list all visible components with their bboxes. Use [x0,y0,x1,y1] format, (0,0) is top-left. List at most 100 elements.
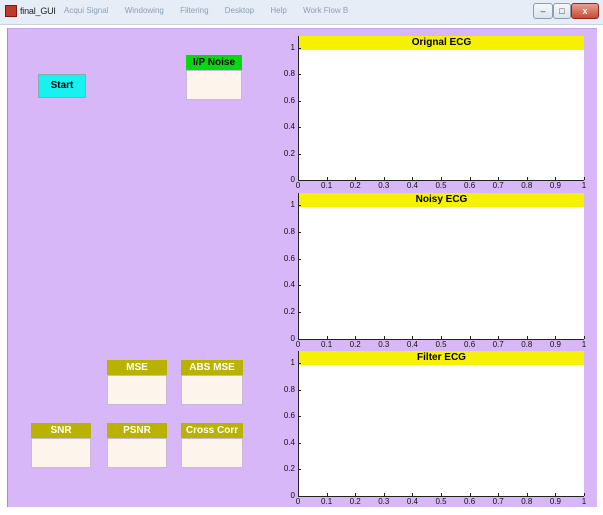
x-tick-label: 0.3 [378,497,390,506]
x-tick-mark [584,336,585,339]
x-tick-mark [498,493,500,496]
ip-noise-label: I/P Noise [186,55,242,70]
x-tick-label: 0.9 [549,181,561,190]
original-ecg-title: Orignal ECG [299,36,584,50]
x-tick-label: 0.4 [406,497,418,506]
x-tick-label: 0.6 [464,181,476,190]
x-tick-mark [441,177,442,180]
mse-field[interactable] [107,375,167,405]
x-tick-mark [298,493,299,496]
x-tick-mark [469,493,471,496]
x-tick-label: 0.1 [321,340,333,349]
app-window: final_GUI Acqui Signal Windowing Filteri… [0,0,603,515]
x-tick-label: 0.6 [464,497,476,506]
x-tick-mark [326,493,328,496]
x-tick-mark [412,493,414,496]
menu-item[interactable]: Acqui Signal [64,6,108,15]
filter-ecg-axes: Filter ECG [298,351,584,497]
x-tick-mark [498,177,500,180]
x-tick-label: 0.9 [549,340,561,349]
noisy-ecg-axes: Noisy ECG [298,193,584,340]
x-tick-mark [584,177,585,180]
y-tick-mark [298,127,301,129]
y-tick-label: 1 [290,358,295,367]
matlab-figure-icon [5,5,17,17]
x-tick-label: 0.5 [435,497,447,506]
minimize-button[interactable]: – [533,3,553,19]
psnr-field[interactable] [107,438,167,468]
x-tick-mark [355,493,357,496]
y-tick-mark [298,469,301,471]
x-tick-label: 0 [295,340,301,349]
y-tick-label: 0.4 [283,122,295,132]
x-tick-label: 1 [581,181,587,190]
x-tick-mark [555,177,557,180]
x-tick-mark [412,336,414,339]
x-tick-mark [555,493,557,496]
x-tick-label: 0.3 [378,181,390,190]
x-tick-mark [383,336,385,339]
x-tick-mark [383,177,385,180]
x-tick-mark [383,493,385,496]
y-tick-mark [298,205,301,206]
y-tick-label: 0.6 [283,411,295,421]
filter-ecg-title: Filter ECG [299,351,584,365]
x-tick-label: 0.1 [321,181,333,190]
x-tick-label: 0 [295,497,301,506]
menu-item[interactable]: Filtering [180,6,208,15]
snr-field[interactable] [31,438,91,468]
y-tick-mark [298,231,301,233]
y-tick-mark [298,258,301,260]
menu-item[interactable]: Desktop [225,6,254,15]
start-button[interactable]: Start [38,74,86,98]
x-tick-label: 0.7 [492,340,504,349]
x-tick-mark [441,336,442,339]
x-tick-mark [498,336,500,339]
x-tick-mark [355,177,357,180]
y-tick-label: 0.6 [283,95,295,105]
y-tick-mark [298,442,301,444]
x-tick-mark [355,336,357,339]
y-tick-mark [298,312,301,314]
x-tick-label: 0.7 [492,497,504,506]
x-tick-mark [526,336,528,339]
x-tick-mark [469,336,471,339]
y-tick-label: 0.8 [283,69,295,79]
x-tick-label: 0.7 [492,181,504,190]
y-tick-mark [298,153,301,155]
ip-noise-field[interactable] [186,70,242,100]
x-tick-label: 0.1 [321,497,333,506]
title-bar: final_GUI Acqui Signal Windowing Filteri… [0,0,603,25]
abs-mse-field[interactable] [181,375,243,405]
y-tick-label: 0.2 [283,307,295,317]
x-tick-label: 0.4 [406,181,418,190]
y-tick-label: 1 [290,200,295,209]
x-tick-label: 0.6 [464,340,476,349]
noisy-ecg-title: Noisy ECG [299,193,584,207]
x-tick-mark [298,336,299,339]
maximize-button[interactable]: □ [553,3,571,19]
menu-item[interactable]: Windowing [125,6,164,15]
snr-label: SNR [31,423,91,438]
close-button[interactable]: x [571,3,599,19]
x-tick-label: 0.2 [349,181,361,190]
abs-mse-label: ABS MSE [181,360,243,375]
x-tick-mark [298,177,299,180]
y-tick-mark [298,416,301,418]
x-tick-mark [555,336,557,339]
cross-corr-field[interactable] [181,438,243,468]
menu-item[interactable]: Work Flow B [303,6,348,15]
y-tick-label: 1 [290,43,295,52]
x-tick-label: 0.9 [549,497,561,506]
y-tick-mark [298,389,301,391]
y-tick-label: 0.6 [283,253,295,263]
x-tick-mark [326,177,328,180]
x-tick-label: 0.8 [521,497,533,506]
x-tick-mark [526,493,528,496]
menu-bar: Acqui Signal Windowing Filtering Desktop… [64,6,362,15]
y-tick-label: 0.8 [283,226,295,236]
menu-item[interactable]: Help [270,6,286,15]
cross-corr-label: Cross Corr [181,423,243,438]
x-tick-label: 0.5 [435,340,447,349]
y-tick-label: 0.2 [283,464,295,474]
